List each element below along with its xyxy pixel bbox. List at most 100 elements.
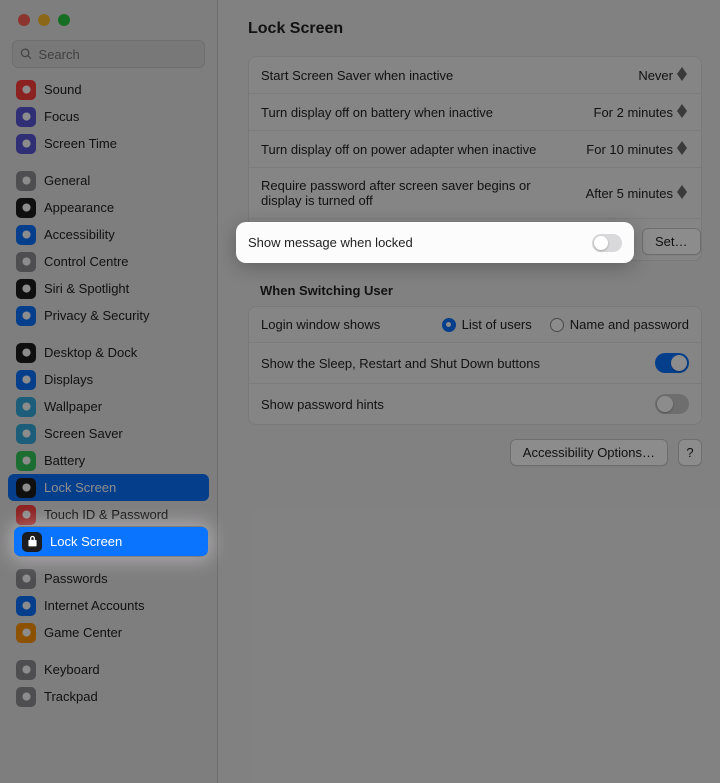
gamecenter-icon	[16, 623, 36, 643]
sidebar-item-keyboard[interactable]: Keyboard	[8, 656, 209, 683]
switch-show-message-when-locked[interactable]	[592, 234, 622, 252]
accessibility-options-button[interactable]: Accessibility Options…	[510, 439, 668, 466]
settings-row-label: Start Screen Saver when inactive	[261, 68, 626, 83]
sidebar-item-appearance[interactable]: Appearance	[8, 194, 209, 221]
hand-icon	[16, 306, 36, 326]
radio-name-and-password[interactable]: Name and password	[550, 317, 689, 332]
sidebar-item-wallpaper[interactable]: Wallpaper	[8, 393, 209, 420]
sidebar-item-screen-time[interactable]: Screen Time	[8, 130, 209, 157]
stepper-icon	[677, 185, 689, 201]
zoom-window-button[interactable]	[58, 14, 70, 26]
switch-show-password-hints[interactable]	[655, 394, 689, 414]
speaker-icon	[16, 80, 36, 100]
search-field[interactable]	[12, 40, 205, 68]
settings-row: Turn display off on battery when inactiv…	[249, 94, 701, 131]
row-show-sleep-buttons: Show the Sleep, Restart and Shut Down bu…	[249, 343, 701, 384]
sidebar-nav: SoundFocus Screen Time General Appearance Ac…	[0, 76, 217, 783]
sidebar-item-label: Appearance	[44, 200, 114, 215]
settings-row: Turn display off on power adapter when i…	[249, 131, 701, 168]
settings-row-label: Turn display off on battery when inactiv…	[261, 105, 582, 120]
close-window-button[interactable]	[18, 14, 30, 26]
sidebar-item-label: Control Centre	[44, 254, 129, 269]
gear-icon	[16, 171, 36, 191]
sidebar-item-siri-spotlight[interactable]: Siri & Spotlight	[8, 275, 209, 302]
sidebar-item-label: Keyboard	[44, 662, 100, 677]
radio-list-of-users[interactable]: List of users	[442, 317, 532, 332]
sidebar-item-label: Game Center	[44, 625, 122, 640]
sidebar-item-touch-id-password[interactable]: Touch ID & Password	[8, 501, 209, 528]
row-show-password-hints: Show password hints	[249, 384, 701, 424]
sidebar-item-label: Siri & Spotlight	[44, 281, 129, 296]
sidebar-item-label: Screen Saver	[44, 426, 123, 441]
set-message-button[interactable]: Set…	[642, 228, 701, 255]
sidebar-item-label: General	[44, 173, 90, 188]
sidebar-item-label: Lock Screen	[44, 480, 116, 495]
stepper-icon	[677, 141, 689, 157]
sidebar-item-label: Battery	[44, 453, 85, 468]
sidebar-item-desktop-dock[interactable]: Desktop & Dock	[8, 339, 209, 366]
keyboard-icon	[16, 660, 36, 680]
settings-row-popup[interactable]: For 10 minutes	[586, 141, 689, 157]
screensaver-icon	[16, 424, 36, 444]
sidebar-item-label: Displays	[44, 372, 93, 387]
page-title: Lock Screen	[248, 0, 702, 56]
key-icon	[16, 569, 36, 589]
at-icon	[16, 596, 36, 616]
label-show-sleep-buttons: Show the Sleep, Restart and Shut Down bu…	[261, 356, 643, 371]
lock-icon	[16, 478, 36, 498]
sidebar-item-label: Privacy & Security	[44, 308, 149, 323]
label-show-password-hints: Show password hints	[261, 397, 643, 412]
sidebar: SoundFocus Screen Time General Appearance Ac…	[0, 0, 218, 783]
stepper-icon	[677, 67, 689, 83]
sidebar-item-battery[interactable]: Battery	[8, 447, 209, 474]
sidebar-item-label: Screen Time	[44, 136, 117, 151]
sidebar-item-lock-screen[interactable]: Lock Screen	[14, 527, 208, 556]
sidebar-item-label: Trackpad	[44, 689, 98, 704]
sidebar-item-lock-screen[interactable]: Lock Screen	[8, 474, 209, 501]
sidebar-item-accessibility[interactable]: Accessibility	[8, 221, 209, 248]
sidebar-item-label: Passwords	[44, 571, 108, 586]
sidebar-item-focus[interactable]: Focus	[8, 103, 209, 130]
sidebar-item-control-centre[interactable]: Control Centre	[8, 248, 209, 275]
settings-row-popup[interactable]: Never	[638, 67, 689, 83]
minimize-window-button[interactable]	[38, 14, 50, 26]
settings-window: SoundFocus Screen Time General Appearance Ac…	[0, 0, 720, 783]
switch-show-sleep-buttons[interactable]	[655, 353, 689, 373]
sidebar-item-label: Touch ID & Password	[44, 507, 168, 522]
lock-screen-panel-2: Login window shows List of users Name an…	[248, 306, 702, 425]
wallpaper-icon	[16, 397, 36, 417]
footer-buttons: Accessibility Options… ?	[248, 439, 702, 466]
sidebar-item-internet-accounts[interactable]: Internet Accounts	[8, 592, 209, 619]
sidebar-item-passwords[interactable]: Passwords	[8, 565, 209, 592]
sidebar-item-label: Wallpaper	[44, 399, 102, 414]
accessibility-icon	[16, 225, 36, 245]
help-button[interactable]: ?	[678, 439, 702, 466]
settings-row: Start Screen Saver when inactive Never	[249, 57, 701, 94]
touchid-icon	[16, 505, 36, 525]
settings-row-popup[interactable]: After 5 minutes	[586, 185, 689, 201]
sidebar-item-general[interactable]: General	[8, 167, 209, 194]
search-input[interactable]	[39, 47, 197, 62]
label-login-window-shows: Login window shows	[261, 317, 430, 332]
battery-icon	[16, 451, 36, 471]
displays-icon	[16, 370, 36, 390]
sidebar-item-label: Accessibility	[44, 227, 115, 242]
radio-icon	[442, 318, 456, 332]
sidebar-item-trackpad[interactable]: Trackpad	[8, 683, 209, 710]
sidebar-item-label: Desktop & Dock	[44, 345, 137, 360]
login-window-radio-group: List of users Name and password	[442, 317, 689, 332]
sidebar-item-displays[interactable]: Displays	[8, 366, 209, 393]
sidebar-item-sound[interactable]: Sound	[8, 76, 209, 103]
sidebar-item-screen-saver[interactable]: Screen Saver	[8, 420, 209, 447]
trackpad-icon	[16, 687, 36, 707]
settings-row-popup[interactable]: For 2 minutes	[594, 104, 689, 120]
focus-icon	[16, 107, 36, 127]
appearance-icon	[16, 198, 36, 218]
window-controls	[0, 0, 217, 36]
sidebar-item-game-center[interactable]: Game Center	[8, 619, 209, 646]
stepper-icon	[677, 104, 689, 120]
section-title-switching-user: When Switching User	[260, 283, 702, 298]
label-show-message-when-locked: Show message when locked	[248, 235, 413, 250]
radio-icon	[550, 318, 564, 332]
sidebar-item-privacy-security[interactable]: Privacy & Security	[8, 302, 209, 329]
